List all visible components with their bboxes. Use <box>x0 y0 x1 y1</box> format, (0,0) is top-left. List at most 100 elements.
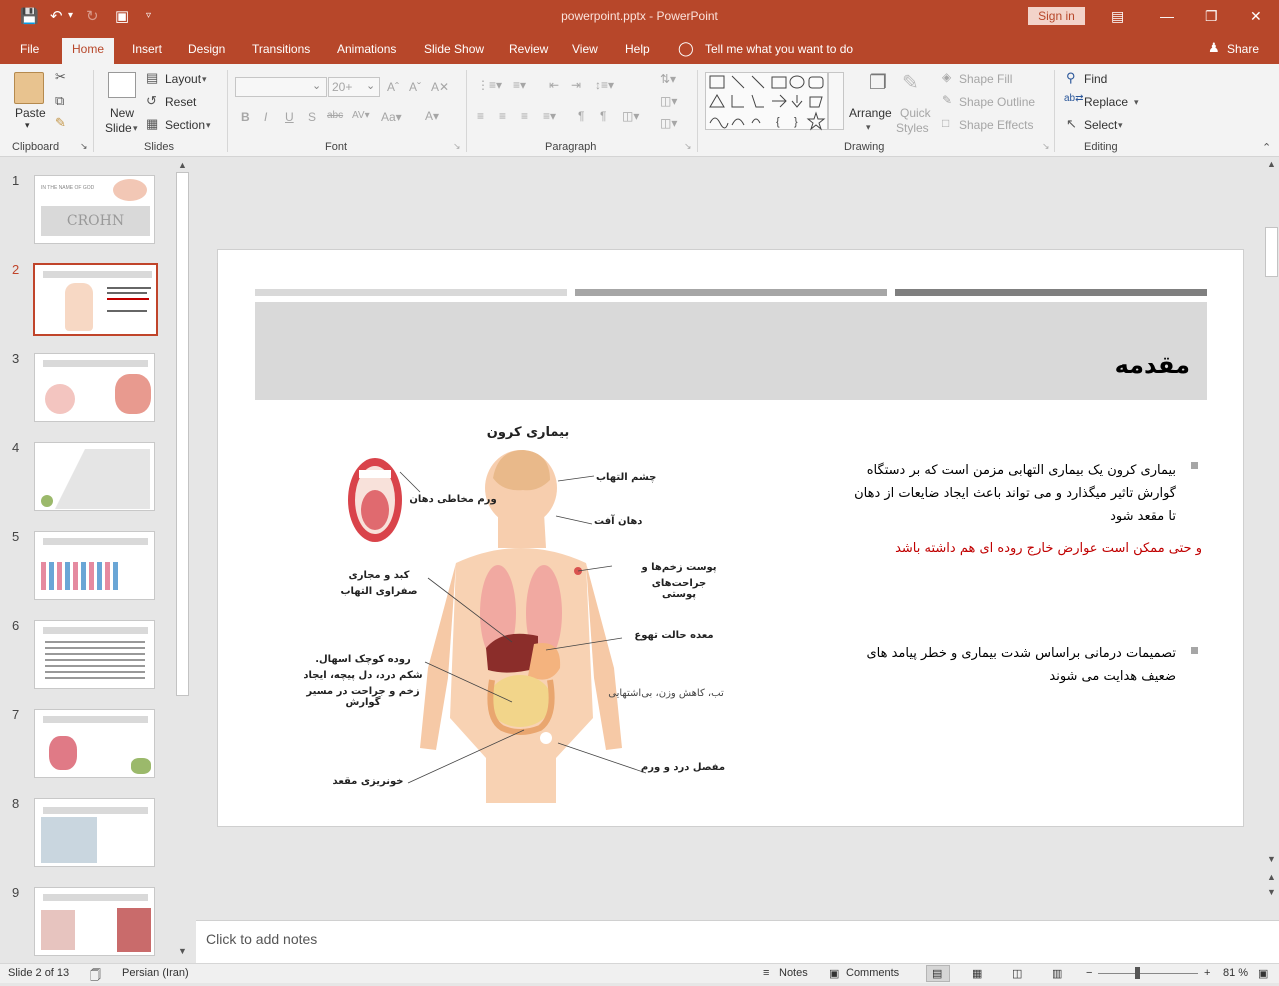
thumbnail-image <box>41 817 97 863</box>
close-icon[interactable]: ✕ <box>1250 8 1262 25</box>
editor-scrollbar[interactable]: ▲ ▼ ▲ ▼ <box>1264 157 1279 919</box>
character-spacing-icon: AV▾ <box>352 110 370 121</box>
label-liver-line1: کبد و مجاری <box>348 570 410 581</box>
arrange-icon[interactable]: ❐ <box>869 70 887 95</box>
shapes-gallery-scroll[interactable] <box>828 72 844 130</box>
drawing-launcher-icon[interactable]: ↘ <box>1042 141 1050 152</box>
section-icon[interactable]: ▦ <box>146 116 158 132</box>
sign-in-button[interactable]: Sign in <box>1028 7 1085 25</box>
slide-thumbnail-4[interactable] <box>34 442 155 511</box>
reset-button[interactable]: Reset <box>165 95 196 109</box>
slide-thumbnail-7[interactable] <box>34 709 155 778</box>
zoom-level[interactable]: 81 % <box>1223 967 1248 979</box>
notes-icon[interactable]: ≡ <box>763 967 769 979</box>
tab-file[interactable]: File <box>20 42 39 56</box>
scroll-down-icon[interactable]: ▼ <box>1267 854 1276 864</box>
language-indicator[interactable]: Persian (Iran) <box>122 967 189 979</box>
scrollbar-thumb[interactable] <box>1265 227 1278 277</box>
minimize-icon[interactable]: — <box>1160 8 1174 24</box>
slide-title[interactable]: مقدمه <box>918 351 1190 379</box>
comments-icon[interactable]: ▣ <box>829 967 839 980</box>
arrange-dropdown-icon[interactable]: ▾ <box>866 122 871 133</box>
bullet-1[interactable]: بیماری کرون یک بیماری التهابی مزمن است ک… <box>778 459 1176 528</box>
new-slide-button[interactable]: New <box>110 106 134 120</box>
layout-icon[interactable]: ▤ <box>146 70 158 86</box>
slide-thumbnail-2[interactable] <box>33 263 158 336</box>
tab-help[interactable]: Help <box>625 42 650 56</box>
find-button[interactable]: Find <box>1084 72 1107 86</box>
notes-pane[interactable]: Click to add notes <box>196 920 1279 963</box>
layout-dropdown-icon[interactable]: ▾ <box>202 74 207 85</box>
replace-icon[interactable]: ab⇄ <box>1064 93 1084 104</box>
thumbnail-title-bar <box>43 716 148 723</box>
replace-dropdown-icon[interactable]: ▾ <box>1134 97 1139 108</box>
zoom-slider-thumb[interactable] <box>1135 967 1140 979</box>
new-slide-icon[interactable] <box>108 72 136 98</box>
slide-show-icon[interactable]: ▥ <box>1052 967 1062 980</box>
restore-icon[interactable]: ❐ <box>1205 8 1218 25</box>
slide-canvas[interactable]: مقدمه بیماری کرون ورم مخاطی دهان چشم الت… <box>217 249 1244 827</box>
thumbnail-text-line <box>107 310 147 312</box>
clipboard-launcher-icon[interactable]: ↘ <box>80 141 88 152</box>
scroll-up-icon[interactable]: ▲ <box>178 160 187 170</box>
fit-to-window-icon[interactable]: ▣ <box>1258 967 1268 980</box>
font-launcher-icon[interactable]: ↘ <box>453 141 461 152</box>
tab-slide-show[interactable]: Slide Show <box>424 42 484 56</box>
notes-button[interactable]: Notes <box>779 967 808 979</box>
arrange-button[interactable]: Arrange <box>849 106 892 120</box>
new-slide-button-line2[interactable]: Slide <box>105 121 132 135</box>
new-slide-dropdown-icon[interactable]: ▾ <box>133 123 138 134</box>
tab-home[interactable]: Home <box>62 38 115 64</box>
tab-transitions[interactable]: Transitions <box>252 42 310 56</box>
paste-icon[interactable] <box>14 72 44 104</box>
select-dropdown-icon[interactable]: ▾ <box>1118 120 1123 131</box>
thumbnail-scrollbar[interactable]: ▲ ▼ <box>175 160 190 958</box>
tab-animations[interactable]: Animations <box>337 42 396 56</box>
replace-button[interactable]: Replace <box>1084 95 1128 109</box>
copy-icon[interactable]: ⧉ <box>55 93 64 109</box>
tab-view[interactable]: View <box>572 42 598 56</box>
slide-thumbnail-8[interactable] <box>34 798 155 867</box>
title-bar: 💾 ↶ ▾ ↻ ▣ ▿ powerpoint.pptx - PowerPoint… <box>0 0 1279 33</box>
notes-placeholder[interactable]: Click to add notes <box>206 931 317 947</box>
format-painter-icon[interactable]: ✎ <box>55 115 66 131</box>
slide-thumbnail-6[interactable] <box>34 620 155 689</box>
zoom-out-icon[interactable]: − <box>1086 967 1092 979</box>
reset-icon[interactable]: ↺ <box>146 93 157 109</box>
slide-thumbnail-3[interactable] <box>34 353 155 422</box>
comments-button[interactable]: Comments <box>846 967 899 979</box>
tab-review[interactable]: Review <box>509 42 548 56</box>
tell-me-search[interactable]: Tell me what you want to do <box>705 42 853 56</box>
slide-thumbnail-9[interactable] <box>34 887 155 956</box>
extraintestinal-note[interactable]: و حتی ممکن است عوارض خارج روده ای هم داش… <box>778 541 1202 556</box>
scrollbar-thumb[interactable] <box>176 172 189 696</box>
tab-design[interactable]: Design <box>188 42 225 56</box>
ribbon-display-options-icon[interactable]: ▤ <box>1111 8 1124 25</box>
share-button[interactable]: Share <box>1227 42 1259 56</box>
paragraph-launcher-icon[interactable]: ↘ <box>684 141 692 152</box>
cut-icon[interactable]: ✂ <box>55 69 66 85</box>
bullet-2[interactable]: تصمیمات درمانی براساس شدت بیماری و خطر پ… <box>778 642 1176 688</box>
section-button[interactable]: Section <box>165 118 205 132</box>
paste-dropdown-icon[interactable]: ▾ <box>25 120 30 131</box>
scroll-up-icon[interactable]: ▲ <box>1267 159 1276 169</box>
reading-view-icon[interactable]: ◫ <box>1012 967 1022 980</box>
tab-insert[interactable]: Insert <box>132 42 162 56</box>
slide-sorter-icon[interactable]: ▦ <box>972 967 982 980</box>
section-dropdown-icon[interactable]: ▾ <box>206 120 211 131</box>
select-button[interactable]: Select <box>1084 118 1117 132</box>
layout-button[interactable]: Layout <box>165 72 201 86</box>
zoom-in-icon[interactable]: + <box>1204 967 1210 979</box>
scroll-down-icon[interactable]: ▼ <box>178 946 187 956</box>
previous-slide-icon[interactable]: ▲ <box>1267 872 1276 882</box>
collapse-ribbon-icon[interactable]: ⌃ <box>1262 141 1271 154</box>
next-slide-icon[interactable]: ▼ <box>1267 887 1276 897</box>
slide-thumbnail-5[interactable] <box>34 531 155 600</box>
paste-button[interactable]: Paste <box>15 106 46 120</box>
find-icon[interactable]: ⚲ <box>1066 70 1076 86</box>
spell-check-icon[interactable]: 🗍 <box>90 967 101 986</box>
select-cursor-icon[interactable]: ↖ <box>1066 116 1077 132</box>
shapes-gallery[interactable]: {} <box>705 72 828 131</box>
slide-thumbnail-1[interactable]: IN THE NAME OF GOD CROHN <box>34 175 155 244</box>
zoom-slider-track[interactable] <box>1098 973 1198 974</box>
